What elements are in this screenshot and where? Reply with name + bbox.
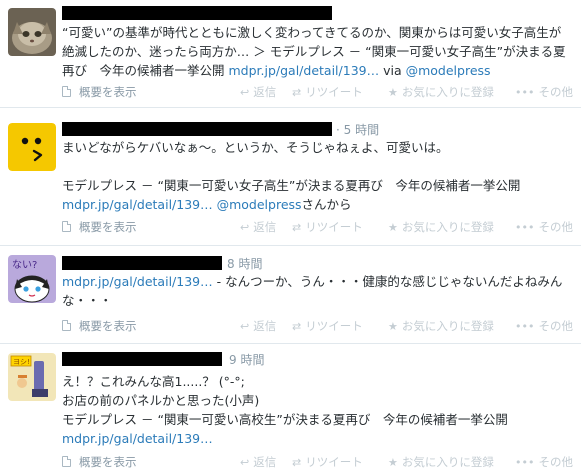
summary-link[interactable]: 概要を表示 xyxy=(62,454,137,470)
reply-arrow-icon: ↩ xyxy=(240,456,250,469)
star-icon: ★ xyxy=(388,456,398,469)
redacted-username[interactable] xyxy=(62,352,222,366)
more-button[interactable]: ••• その他 xyxy=(515,219,573,235)
summary-link[interactable]: 概要を表示 xyxy=(62,84,137,100)
summary-document-icon xyxy=(62,456,71,467)
redacted-username[interactable] xyxy=(62,6,332,20)
retweet-icon: ⇄ xyxy=(292,456,302,469)
tweet-link[interactable]: mdpr.jp/gal/detail/139… xyxy=(62,197,213,212)
more-dots-icon: ••• xyxy=(515,86,535,99)
favorite-button[interactable]: ★ お気に入りに登録 xyxy=(388,318,494,334)
tweet-1[interactable]: “可愛い”の基準が時代とともに激しく変わってきてるのか、関東からは可愛い女子高生… xyxy=(0,0,581,108)
tweet-actions: 概要を表示 ↩ 返信 ⇄ リツイート ★ お気に入りに登録 ••• その他 xyxy=(62,318,581,334)
summary-document-icon xyxy=(62,320,71,331)
retweet-icon: ⇄ xyxy=(292,86,302,99)
more-button[interactable]: ••• その他 xyxy=(515,454,573,470)
retweet-button[interactable]: ⇄ リツイート xyxy=(292,454,363,470)
tweet-3[interactable]: ない? 8 時間 mdpr.jp/gal/detail/139… - なんつーか… xyxy=(0,246,581,344)
favorite-button[interactable]: ★ お気に入りに登録 xyxy=(388,454,494,470)
reply-button[interactable]: ↩ 返信 xyxy=(240,84,276,100)
more-dots-icon: ••• xyxy=(515,456,535,469)
retweet-icon: ⇄ xyxy=(292,221,302,234)
avatar[interactable]: ない? xyxy=(8,255,56,303)
more-dots-icon: ••• xyxy=(515,320,535,333)
tweet-actions: 概要を表示 ↩ 返信 ⇄ リツイート ★ お気に入りに登録 ••• その他 xyxy=(62,84,581,100)
tweet-actions: 概要を表示 ↩ 返信 ⇄ リツイート ★ お気に入りに登録 ••• その他 xyxy=(62,454,581,470)
more-button[interactable]: ••• その他 xyxy=(515,318,573,334)
reply-arrow-icon: ↩ xyxy=(240,86,250,99)
star-icon: ★ xyxy=(388,221,398,234)
summary-link[interactable]: 概要を表示 xyxy=(62,318,137,334)
avatar[interactable]: ヨシ! xyxy=(8,353,56,401)
redacted-username[interactable] xyxy=(62,122,332,136)
tweet-timestamp[interactable]: · 5 時間 xyxy=(336,123,379,137)
retweet-button[interactable]: ⇄ リツイート xyxy=(292,84,363,100)
summary-link[interactable]: 概要を表示 xyxy=(62,219,137,235)
favorite-button[interactable]: ★ お気に入りに登録 xyxy=(388,84,494,100)
avatar[interactable] xyxy=(8,8,56,56)
star-icon: ★ xyxy=(388,86,398,99)
tweet-link[interactable]: mdpr.jp/gal/detail/139… xyxy=(62,274,213,289)
redacted-username[interactable] xyxy=(62,256,222,270)
tweet-link[interactable]: mdpr.jp/gal/detail/139… xyxy=(228,63,379,78)
tweet-2[interactable]: · 5 時間 まいどながらケバいなぁ〜。というか、そうじゃねぇよ、可愛いは。 モ… xyxy=(0,108,581,246)
reply-arrow-icon: ↩ xyxy=(240,221,250,234)
reply-button[interactable]: ↩ 返信 xyxy=(240,454,276,470)
retweet-icon: ⇄ xyxy=(292,320,302,333)
retweet-button[interactable]: ⇄ リツイート xyxy=(292,219,363,235)
retweet-button[interactable]: ⇄ リツイート xyxy=(292,318,363,334)
tweet-text: まいどながらケバいなぁ〜。というか、そうじゃねぇよ、可愛いは。 モデルプレス －… xyxy=(62,140,521,212)
mention-link[interactable]: @modelpress xyxy=(217,197,302,212)
tweet-text: mdpr.jp/gal/detail/139… - なんつーか、うん・・・健康的… xyxy=(62,274,563,308)
more-dots-icon: ••• xyxy=(515,221,535,234)
reply-button[interactable]: ↩ 返信 xyxy=(240,318,276,334)
star-icon: ★ xyxy=(388,320,398,333)
tweet-link[interactable]: mdpr.jp/gal/detail/139… xyxy=(62,431,213,446)
tweet-text: “可愛い”の基準が時代とともに激しく変わってきてるのか、関東からは可愛い女子高生… xyxy=(62,25,566,78)
tweet-actions: 概要を表示 ↩ 返信 ⇄ リツイート ★ お気に入りに登録 ••• その他 xyxy=(62,219,581,235)
svg-text:ヨシ!: ヨシ! xyxy=(13,358,30,366)
svg-text:ない?: ない? xyxy=(12,259,37,271)
summary-document-icon xyxy=(62,221,71,232)
mention-link[interactable]: @modelpress xyxy=(406,63,491,78)
tweet-timestamp[interactable]: 9 時間 xyxy=(229,353,264,367)
tweet-text: え！？これみんな高1.....？ (°-°; お店の前のパネルかと思った(小声)… xyxy=(62,374,508,446)
favorite-button[interactable]: ★ お気に入りに登録 xyxy=(388,219,494,235)
more-button[interactable]: ••• その他 xyxy=(515,84,573,100)
reply-button[interactable]: ↩ 返信 xyxy=(240,219,276,235)
reply-arrow-icon: ↩ xyxy=(240,320,250,333)
tweet-4[interactable]: ヨシ! 9 時間 え！？これみんな高1.....？ (°-°; お店の前のパネル… xyxy=(0,344,581,472)
avatar[interactable] xyxy=(8,123,56,171)
tweet-timestamp[interactable]: 8 時間 xyxy=(227,257,262,271)
summary-document-icon xyxy=(62,86,71,97)
